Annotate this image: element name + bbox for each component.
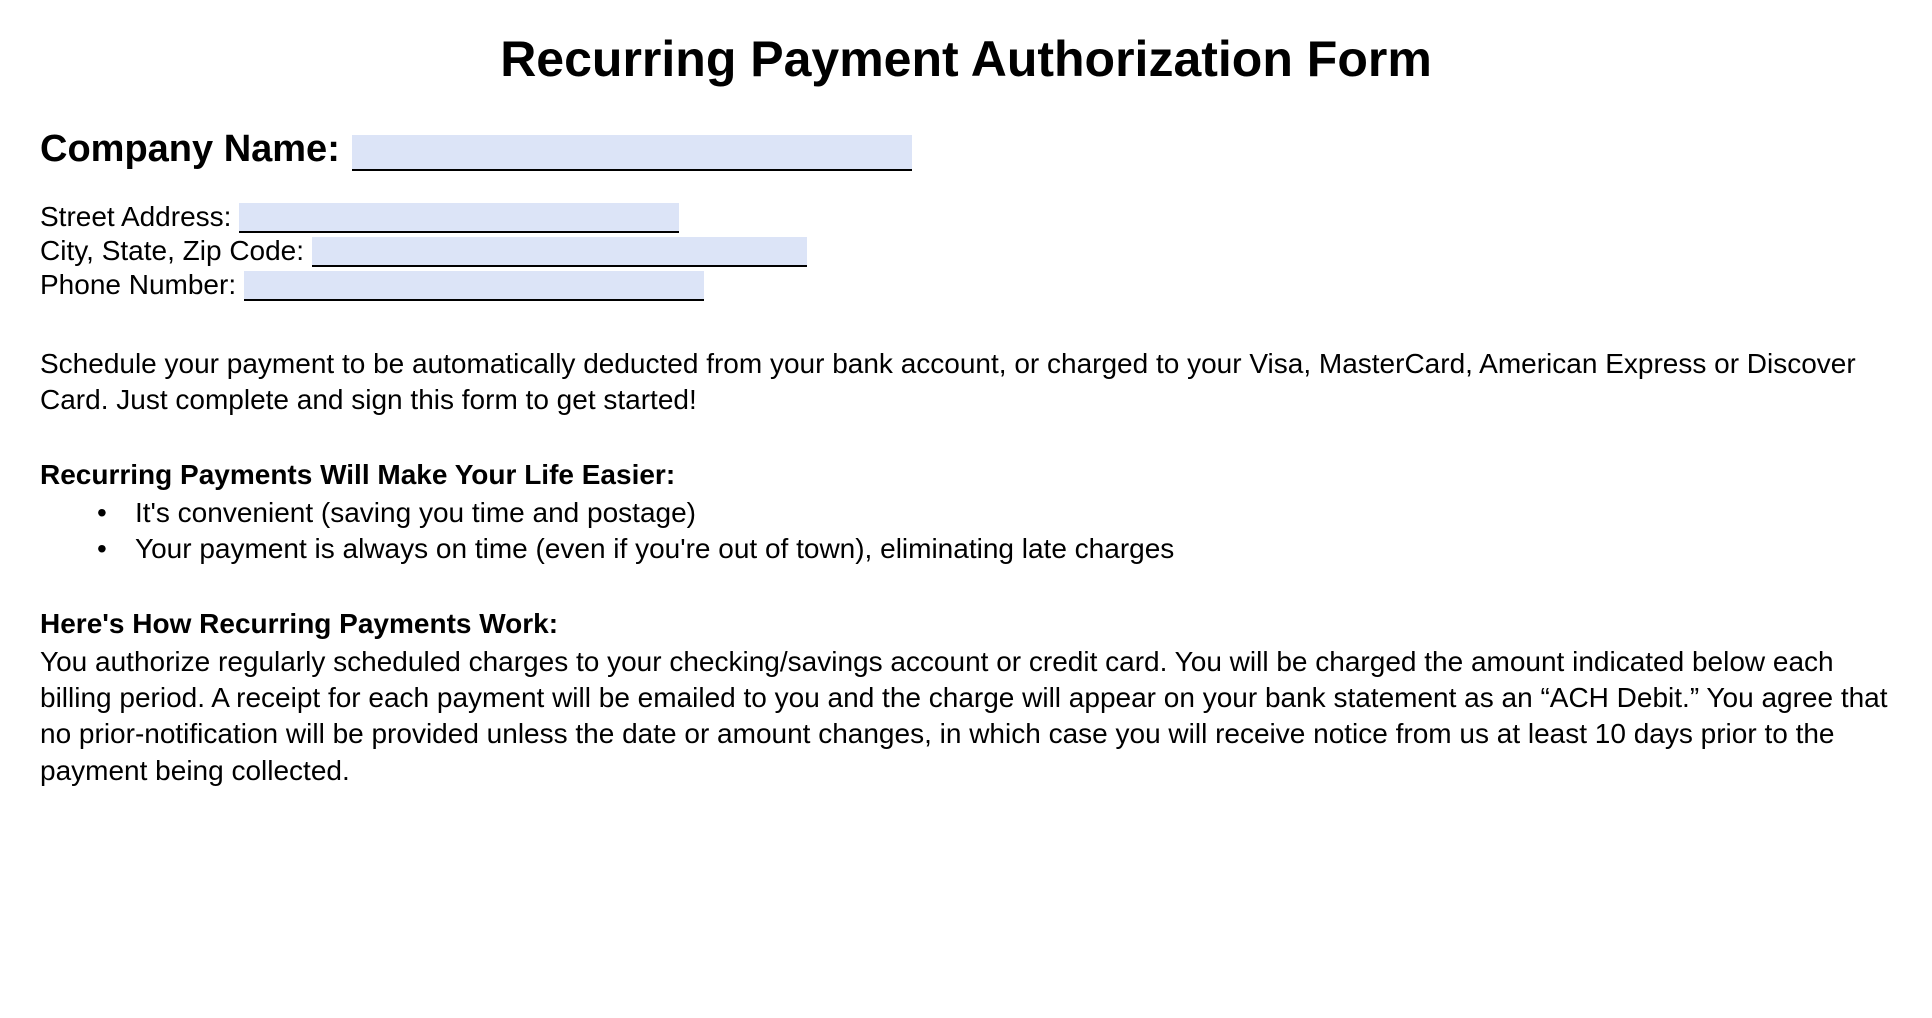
how-it-works-paragraph: You authorize regularly scheduled charge… [40, 644, 1892, 790]
phone-number-label: Phone Number: [40, 269, 236, 301]
city-state-zip-label: City, State, Zip Code: [40, 235, 304, 267]
benefits-list: It's convenient (saving you time and pos… [40, 495, 1892, 568]
intro-paragraph: Schedule your payment to be automaticall… [40, 346, 1892, 419]
company-name-label: Company Name: [40, 128, 340, 171]
benefits-heading: Recurring Payments Will Make Your Life E… [40, 459, 1892, 491]
form-title: Recurring Payment Authorization Form [40, 30, 1892, 88]
address-block: Street Address: City, State, Zip Code: P… [40, 201, 1892, 301]
phone-number-row: Phone Number: [40, 269, 1892, 301]
street-address-label: Street Address: [40, 201, 231, 233]
street-address-row: Street Address: [40, 201, 1892, 233]
how-it-works-heading: Here's How Recurring Payments Work: [40, 608, 1892, 640]
city-state-zip-input[interactable] [312, 237, 807, 267]
company-name-input[interactable] [352, 135, 912, 171]
company-name-row: Company Name: [40, 128, 1892, 171]
street-address-input[interactable] [239, 203, 679, 233]
list-item: Your payment is always on time (even if … [135, 531, 1892, 567]
city-state-zip-row: City, State, Zip Code: [40, 235, 1892, 267]
phone-number-input[interactable] [244, 271, 704, 301]
list-item: It's convenient (saving you time and pos… [135, 495, 1892, 531]
